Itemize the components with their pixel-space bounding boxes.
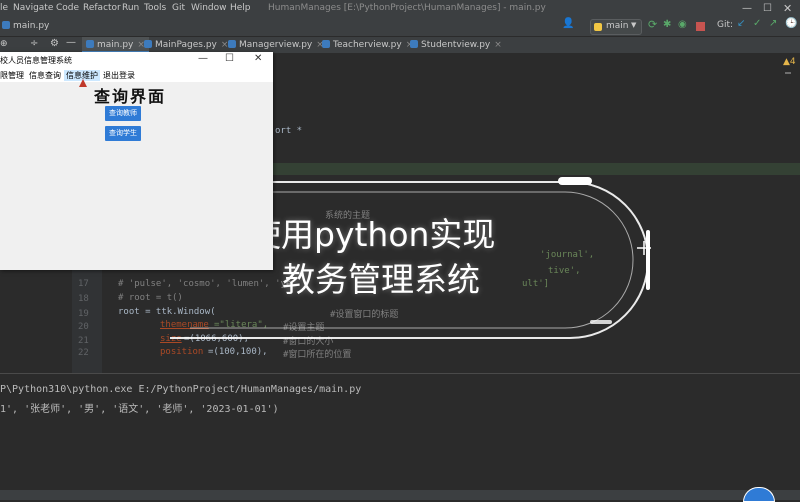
tk-menu-info-query[interactable]: 信息查询: [29, 70, 61, 81]
code-comment-position: #窗口所在的位置: [283, 350, 352, 360]
stop-icon[interactable]: [696, 22, 705, 31]
code-import-fragment: ort *: [275, 126, 303, 136]
git-commit-icon[interactable]: ✓: [753, 18, 765, 30]
tk-menu-bar: 限管理 信息查询 信息维护 退出登录: [0, 68, 273, 82]
menu-git[interactable]: Git: [172, 3, 185, 13]
user-icon[interactable]: 👤: [562, 18, 574, 30]
tk-menu-logout[interactable]: 退出登录: [103, 70, 135, 81]
overlay-title-line-1: 使用python实现: [248, 215, 496, 254]
tk-close-icon[interactable]: ✕: [254, 53, 262, 64]
tab-managerview[interactable]: Managerview.py ×: [228, 37, 324, 53]
tab-label: Managerview.py: [239, 40, 313, 50]
tab-label: Studentview.py: [421, 40, 491, 50]
history-icon[interactable]: 🕒: [785, 18, 797, 30]
line-number: 21: [78, 336, 89, 346]
menu-tools[interactable]: Tools: [144, 3, 166, 13]
tab-studentview[interactable]: Studentview.py ×: [410, 37, 502, 53]
file-menu-label: File: [0, 3, 8, 13]
code-value-position: =(100,100),: [208, 347, 268, 357]
query-teacher-button[interactable]: 查询教师: [105, 106, 141, 121]
menu-refactor[interactable]: Refactor: [83, 3, 121, 13]
ide-menu-bar: File Navigate Code Refactor Run Tools Gi…: [0, 0, 800, 17]
breadcrumb[interactable]: main.py: [2, 21, 49, 31]
run-configuration-select[interactable]: main ▼: [590, 19, 642, 35]
overlay-title-line-2: 教务管理系统: [282, 260, 480, 299]
target-icon[interactable]: ⊕: [0, 39, 8, 49]
coverage-icon[interactable]: ◉: [678, 19, 690, 31]
menu-window[interactable]: Window: [191, 3, 227, 13]
menu-run[interactable]: Run: [122, 3, 139, 13]
tk-menu-permissions[interactable]: 限管理: [0, 70, 24, 81]
python-file-icon: [144, 40, 152, 48]
warning-indicator[interactable]: ▲4: [783, 57, 796, 67]
breadcrumb-file: main.py: [13, 21, 50, 31]
menu-navigate[interactable]: Navigate: [13, 3, 53, 13]
tab-label: MainPages.py: [155, 40, 217, 50]
line-number: 17: [78, 279, 89, 289]
tk-title-bar[interactable]: 校人员信息管理系统 — ☐ ✕: [0, 52, 273, 68]
console-output-line: 1', '张老师', '男', '语文', '老师', '2023-01-01'…: [0, 404, 279, 415]
python-file-icon: [86, 40, 94, 48]
tab-teacherview[interactable]: Teacherview.py×: [322, 37, 413, 53]
debug-icon[interactable]: ✱: [663, 19, 675, 31]
scroll-marker: [785, 72, 791, 74]
hide-panel-icon[interactable]: —: [66, 37, 76, 48]
query-student-button[interactable]: 查询学生: [105, 126, 141, 141]
line-number: 18: [78, 294, 89, 304]
tk-maximize-icon[interactable]: ☐: [225, 53, 234, 64]
rerun-icon[interactable]: ⟳: [648, 18, 660, 31]
query-page-heading: 查询界面: [94, 87, 167, 106]
python-icon: [594, 23, 602, 31]
menu-code[interactable]: Code: [56, 3, 79, 13]
line-number: 20: [78, 322, 89, 332]
code-param-position: position: [160, 347, 204, 357]
python-file-icon: [322, 40, 330, 48]
line-number: 22: [78, 348, 89, 358]
tk-minimize-icon[interactable]: —: [198, 53, 208, 64]
run-config-label: main: [606, 21, 629, 31]
python-file-icon: [410, 40, 418, 48]
warning-count: 4: [789, 57, 796, 67]
python-file-icon: [228, 40, 236, 48]
chevron-down-icon: ▼: [631, 21, 637, 29]
git-label: Git:: [717, 20, 734, 30]
git-push-icon[interactable]: ↗: [769, 18, 781, 30]
tool-window-bar: [0, 490, 800, 500]
settings-gear-icon[interactable]: ⚙: [50, 38, 59, 49]
close-tab-icon[interactable]: ×: [494, 40, 502, 50]
window-close-icon[interactable]: ✕: [783, 2, 792, 15]
tab-label: main.py: [97, 40, 134, 50]
collapse-icon[interactable]: ÷: [30, 38, 38, 49]
menu-help[interactable]: Help: [230, 3, 251, 13]
tk-app-window: 校人员信息管理系统 — ☐ ✕ 限管理 信息查询 信息维护 退出登录 查询界面 …: [0, 52, 273, 270]
tab-label: Teacherview.py: [333, 40, 402, 50]
window-title: HumanManages [E:\PythonProject\HumanMana…: [268, 3, 546, 13]
menu-file[interactable]: File: [0, 3, 8, 13]
console-command-line: P\Python310\python.exe E:/PythonProject/…: [0, 384, 362, 395]
git-update-icon[interactable]: ↙: [737, 18, 749, 30]
tab-mainpages[interactable]: MainPages.py ×: [144, 37, 228, 53]
editor-tab-bar: ⊕ ÷ ⚙ — main.py × MainPages.py × Managervi…: [0, 37, 800, 53]
tk-window-title: 校人员信息管理系统: [0, 56, 72, 65]
run-console[interactable]: P\Python310\python.exe E:/PythonProject/…: [0, 373, 800, 501]
window-minimize-icon[interactable]: —: [742, 3, 752, 14]
navigation-toolbar: main.py 👤 main ▼ ⟳ ✱ ◉ Git: ↙ ✓ ↗ 🕒: [0, 17, 800, 37]
line-number: 19: [78, 309, 89, 319]
window-maximize-icon[interactable]: ☐: [763, 3, 772, 14]
python-file-icon: [2, 21, 10, 29]
mouse-cursor-icon: [79, 79, 87, 87]
tab-main[interactable]: main.py ×: [82, 37, 149, 53]
